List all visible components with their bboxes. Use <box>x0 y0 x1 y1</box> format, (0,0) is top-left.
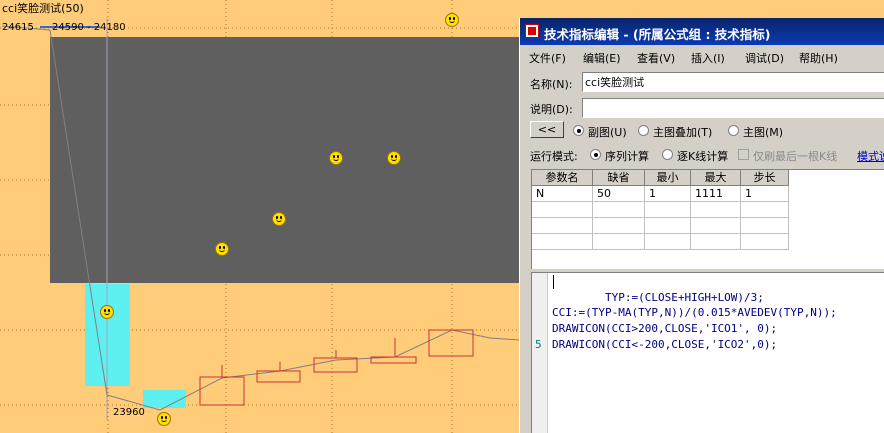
param-header-max: 最大 <box>691 170 741 186</box>
param-header-min: 最小 <box>645 170 691 186</box>
smiley-icon <box>157 412 171 426</box>
price-label-high: 24615 <box>2 22 34 33</box>
menu-insert[interactable]: 插入(I) <box>691 50 725 66</box>
smiley-icon <box>272 212 286 226</box>
editor-title: 技术指标编辑 - (所属公式组 : 技术指标) <box>544 27 771 42</box>
param-header-name: 参数名 <box>532 170 593 186</box>
description-label: 说明(D): <box>530 103 573 116</box>
name-label: 名称(N): <box>530 78 573 91</box>
menu-debug[interactable]: 调试(D) <box>745 50 784 66</box>
radio-icon[interactable] <box>638 125 649 136</box>
param-cell-empty[interactable] <box>532 202 593 218</box>
radio-icon[interactable] <box>590 149 601 160</box>
param-cell[interactable]: 50 <box>593 186 645 202</box>
param-cell-empty[interactable] <box>691 202 741 218</box>
param-cell-empty[interactable] <box>691 218 741 234</box>
param-cell-empty[interactable] <box>532 234 593 250</box>
smiley-icon <box>215 242 229 256</box>
chart-type-overlay[interactable]: 主图叠加(T) <box>653 124 712 140</box>
price-label-low: 23960 <box>113 407 145 418</box>
text-caret <box>553 275 554 289</box>
checkbox-icon <box>738 149 749 160</box>
name-input[interactable]: cci笑脸测试 <box>582 72 884 92</box>
line-number-gutter: 5 <box>532 273 548 433</box>
param-cell-empty[interactable] <box>645 202 691 218</box>
param-cell[interactable]: 1 <box>741 186 789 202</box>
param-cell[interactable]: N <box>532 186 593 202</box>
param-header-step: 步长 <box>741 170 789 186</box>
chart-title: cci笑脸测试(50) <box>2 2 84 15</box>
code-line[interactable]: DRAWICON(CCI<-200,CLOSE,'ICO2',0); <box>552 338 777 351</box>
param-cell-empty[interactable] <box>532 218 593 234</box>
last-bar-only-option: 仅刷最后一根K线 <box>753 150 838 163</box>
chart-type-sub[interactable]: 副图(U) <box>588 124 627 140</box>
radio-icon[interactable] <box>573 125 584 136</box>
smiley-icon <box>387 151 401 165</box>
param-cell[interactable]: 1 <box>645 186 691 202</box>
indicator-editor-window[interactable]: 技术指标编辑 - (所属公式组 : 技术指标) 文件(F) 编辑(E) 查看(V… <box>519 18 884 433</box>
chart-type-main[interactable]: 主图(M) <box>743 124 783 140</box>
gray-block <box>50 37 520 283</box>
code-line[interactable]: DRAWICON(CCI>200,CLOSE,'ICO1', 0); <box>552 322 777 335</box>
radio-icon[interactable] <box>662 149 673 160</box>
collapse-button[interactable]: << <box>530 121 564 138</box>
param-cell-empty[interactable] <box>593 234 645 250</box>
cyan-bar <box>143 390 186 408</box>
radio-icon[interactable] <box>728 125 739 136</box>
editor-titlebar[interactable]: 技术指标编辑 - (所属公式组 : 技术指标) <box>520 18 884 45</box>
menu-edit[interactable]: 编辑(E) <box>583 50 621 66</box>
code-line[interactable]: TYP:=(CLOSE+HIGH+LOW)/3; <box>552 291 764 304</box>
smiley-icon <box>100 305 114 319</box>
code-line[interactable]: CCI:=(TYP-MA(TYP,N))/(0.015*AVEDEV(TYP,N… <box>552 306 837 319</box>
param-cell-empty[interactable] <box>593 202 645 218</box>
param-cell-empty[interactable] <box>691 234 741 250</box>
param-header-default: 缺省 <box>593 170 645 186</box>
description-input[interactable] <box>582 98 884 118</box>
menu-help[interactable]: 帮助(H) <box>799 50 838 66</box>
smiley-icon <box>329 151 343 165</box>
app-icon <box>525 24 539 38</box>
menu-bar: 文件(F) 编辑(E) 查看(V) 插入(I) 调试(D) 帮助(H) <box>520 47 884 67</box>
run-mode-series[interactable]: 序列计算 <box>605 148 649 164</box>
smiley-icon <box>445 13 459 27</box>
param-cell-empty[interactable] <box>645 234 691 250</box>
param-cell-empty[interactable] <box>741 218 789 234</box>
mode-help-link[interactable]: 模式说 <box>857 148 884 164</box>
param-cell-empty[interactable] <box>593 218 645 234</box>
param-cell-empty[interactable] <box>645 218 691 234</box>
param-cell[interactable]: 1111 <box>691 186 741 202</box>
menu-file[interactable]: 文件(F) <box>529 50 566 66</box>
param-cell-empty[interactable] <box>741 202 789 218</box>
parameter-grid[interactable]: 参数名 缺省 最小 最大 步长 N 50 1 1111 1 <box>531 169 884 269</box>
menu-view[interactable]: 查看(V) <box>637 50 675 66</box>
candles <box>199 329 474 406</box>
formula-code-editor[interactable]: 5 TYP:=(CLOSE+HIGH+LOW)/3; CCI:=(TYP-MA(… <box>531 272 884 433</box>
param-cell-empty[interactable] <box>741 234 789 250</box>
price-label-range: 24590 - 24180 <box>52 22 126 33</box>
run-mode-bar[interactable]: 逐K线计算 <box>677 148 728 164</box>
line-number: 5 <box>535 338 542 351</box>
run-mode-label: 运行模式: <box>530 150 578 163</box>
